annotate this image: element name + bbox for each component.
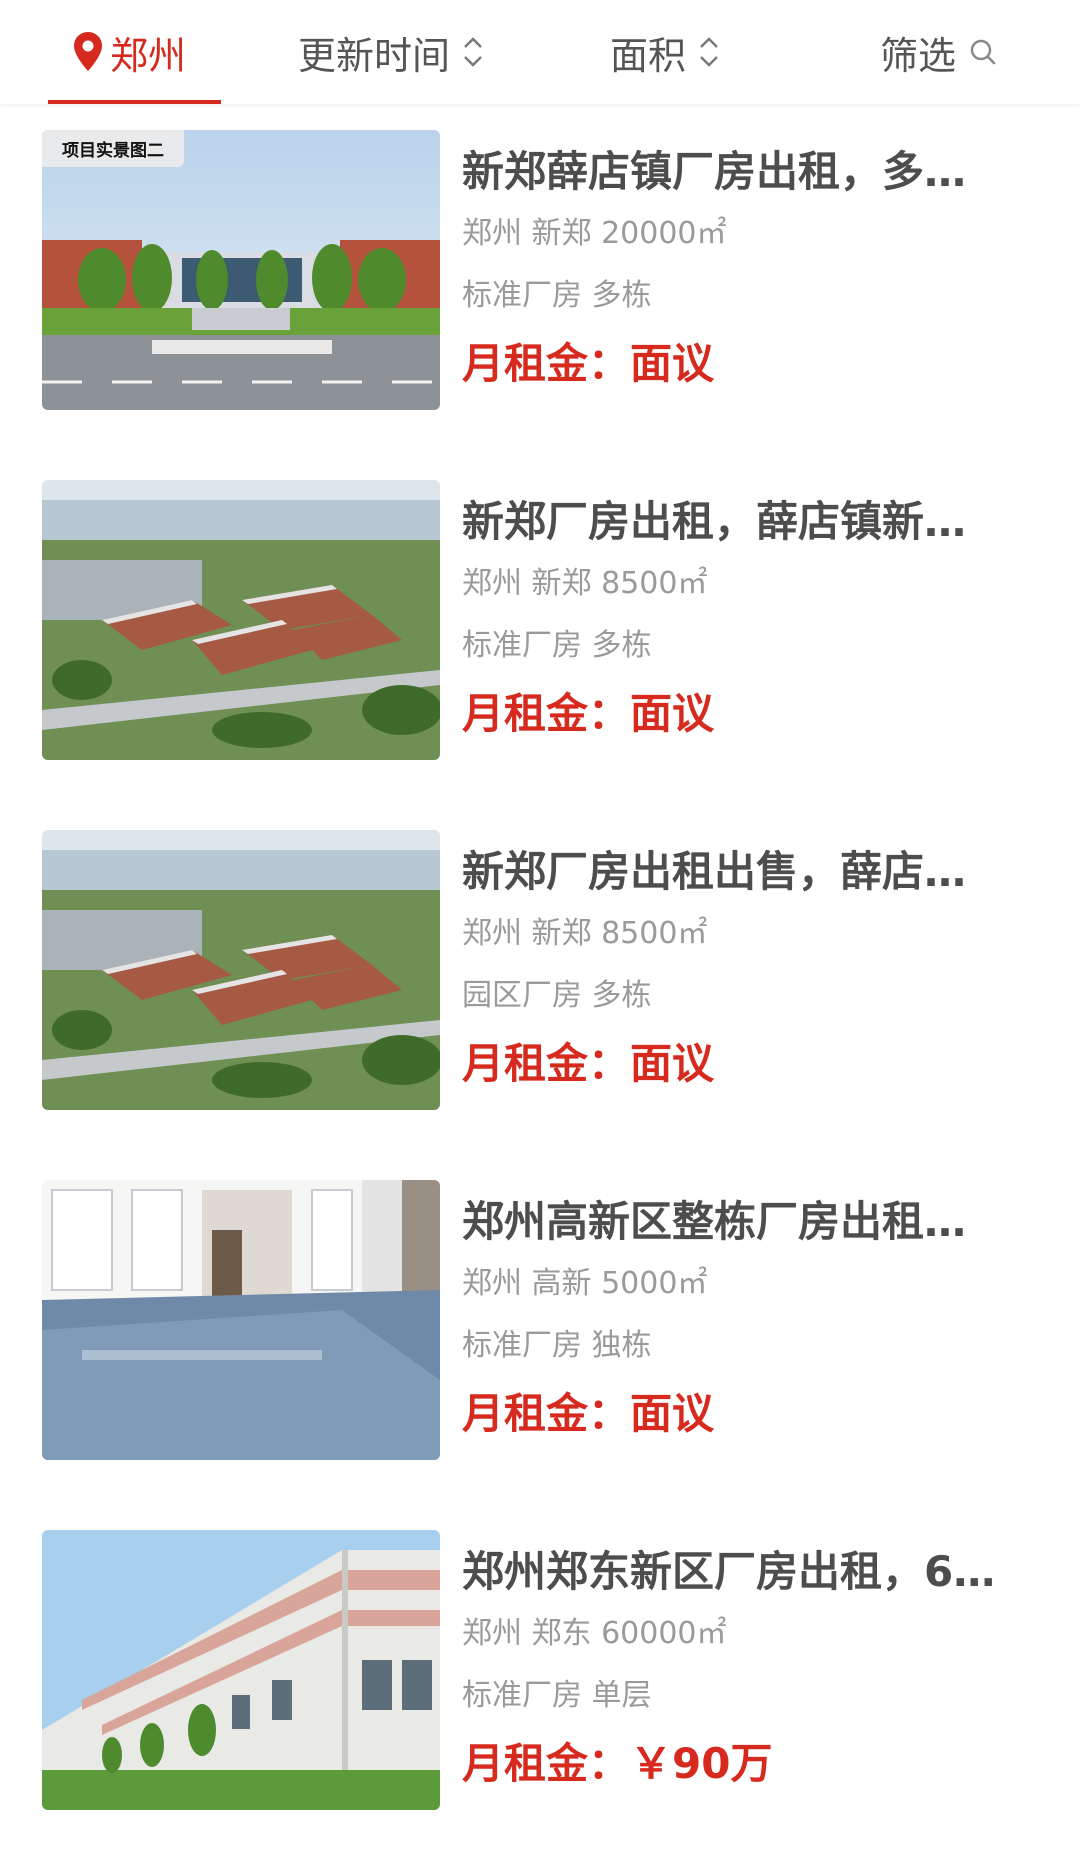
- listing-title[interactable]: 新郑薛店镇厂房出租，多…: [462, 144, 1062, 200]
- sort-toggle-icon: [700, 37, 718, 67]
- listing-title[interactable]: 新郑厂房出租出售，薛店…: [462, 844, 1062, 900]
- listing-price: 月租金：￥90万: [462, 1736, 1062, 1792]
- price-value: 面议: [630, 689, 715, 738]
- warehouse-exterior-photo: [42, 1530, 440, 1810]
- interior-floor-photo: [42, 1180, 440, 1460]
- search-icon: [970, 39, 996, 65]
- sort-area[interactable]: 面积: [610, 0, 722, 104]
- price-value: 面议: [630, 1389, 715, 1438]
- city-label: 郑州: [110, 33, 187, 78]
- listing-price: 月租金：面议: [462, 1036, 1062, 1092]
- listing-price: 月租金：面议: [462, 336, 1062, 392]
- price-label: 月租金：: [462, 1739, 631, 1788]
- filter-label: 筛选: [880, 33, 957, 78]
- listing-price: 月租金：面议: [462, 1386, 1062, 1442]
- listing-type: 标准厂房 多栋: [462, 628, 652, 663]
- sort-area-label: 面积: [610, 33, 687, 78]
- listing-photo[interactable]: [42, 1180, 440, 1460]
- listing-type: 标准厂房 单层: [462, 1678, 652, 1713]
- price-value: ￥90万: [630, 1739, 773, 1788]
- price-label: 月租金：: [462, 339, 631, 388]
- price-label: 月租金：: [462, 689, 631, 738]
- listing-type: 标准厂房 多栋: [462, 278, 652, 313]
- listing-location-area: 郑州 高新 5000㎡: [462, 1266, 708, 1301]
- city-selector[interactable]: 郑州: [72, 0, 186, 104]
- aerial-park-photo: [42, 480, 440, 760]
- listing-title[interactable]: 新郑厂房出租，薛店镇新…: [462, 494, 1062, 550]
- price-label: 月租金：: [462, 1389, 631, 1438]
- listing-type: 园区厂房 多栋: [462, 978, 652, 1013]
- listing-title[interactable]: 郑州郑东新区厂房出租，6…: [462, 1544, 1062, 1600]
- filter-bar: 郑州 更新时间 面积 筛选: [0, 0, 1080, 104]
- active-tab-indicator: [48, 100, 221, 104]
- listing-type: 标准厂房 独栋: [462, 1328, 652, 1363]
- listing-card[interactable]: 新郑厂房出租，薛店镇新… 郑州 新郑 8500㎡ 标准厂房 多栋 月租金：面议: [42, 480, 1052, 760]
- filter-button[interactable]: 筛选: [880, 0, 998, 104]
- listing-card[interactable]: 新郑厂房出租出售，薛店… 郑州 新郑 8500㎡ 园区厂房 多栋 月租金：面议: [42, 830, 1052, 1110]
- aerial-park-photo: [42, 830, 440, 1110]
- listing-title[interactable]: 郑州高新区整栋厂房出租…: [462, 1194, 1062, 1250]
- listing-location-area: 郑州 新郑 20000㎡: [462, 216, 727, 251]
- campus-front-photo: [42, 130, 440, 410]
- listing-card[interactable]: 郑州高新区整栋厂房出租… 郑州 高新 5000㎡ 标准厂房 独栋 月租金：面议: [42, 1180, 1052, 1460]
- listing-photo[interactable]: [42, 830, 440, 1110]
- listing-photo[interactable]: [42, 1530, 440, 1810]
- listing-card[interactable]: 郑州郑东新区厂房出租，6… 郑州 郑东 60000㎡ 标准厂房 单层 月租金：￥…: [42, 1530, 1052, 1810]
- listing-location-area: 郑州 新郑 8500㎡: [462, 916, 708, 951]
- sort-toggle-icon: [464, 37, 482, 67]
- sort-time-label: 更新时间: [298, 33, 451, 78]
- sort-update-time[interactable]: 更新时间: [298, 0, 486, 104]
- listing-location-area: 郑州 郑东 60000㎡: [462, 1616, 727, 1651]
- price-value: 面议: [630, 1039, 715, 1088]
- listing-card[interactable]: 项目实景图二 新郑薛店镇厂房出租，多… 郑州 新郑 20000㎡ 标准厂房 多栋…: [42, 130, 1052, 410]
- image-caption-tag: 项目实景图二: [42, 130, 184, 167]
- listing-photo[interactable]: [42, 480, 440, 760]
- price-value: 面议: [630, 339, 715, 388]
- price-label: 月租金：: [462, 1039, 631, 1088]
- location-pin-icon: [74, 32, 102, 71]
- listing-photo[interactable]: 项目实景图二: [42, 130, 440, 410]
- listing-price: 月租金：面议: [462, 686, 1062, 742]
- listing-location-area: 郑州 新郑 8500㎡: [462, 566, 708, 601]
